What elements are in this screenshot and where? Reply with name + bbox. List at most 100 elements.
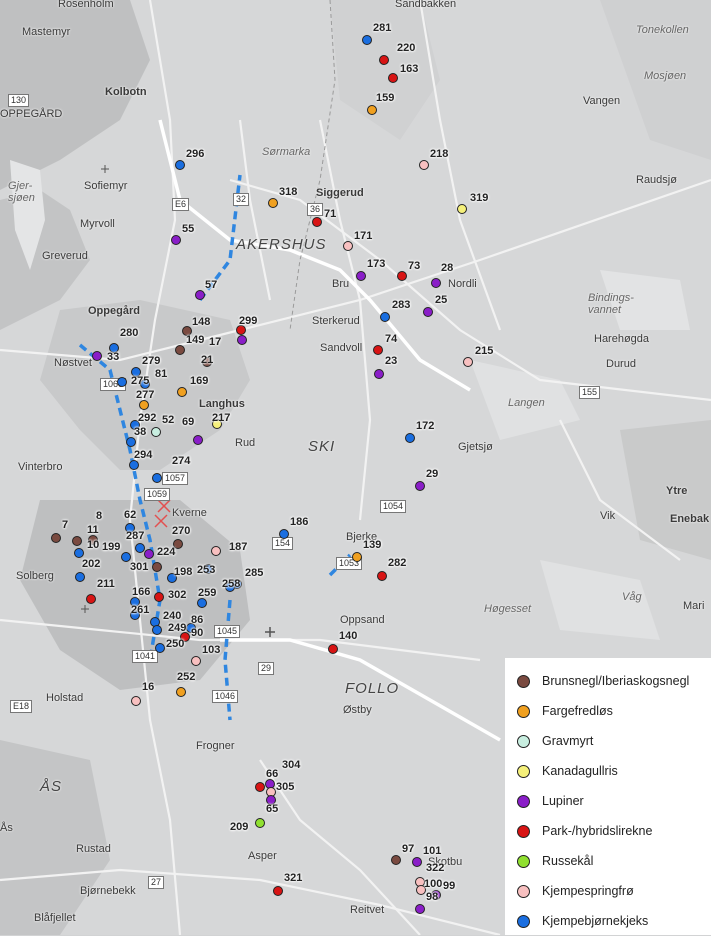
legend-label: Kanadagullris [542,764,618,778]
observation-marker[interactable] [193,435,203,445]
observation-marker[interactable] [356,271,366,281]
observation-number: 25 [435,294,448,306]
observation-number: 7 [62,519,69,531]
observation-marker[interactable] [379,55,389,65]
observation-number: 280 [120,327,139,339]
observation-marker[interactable] [139,400,149,410]
observation-marker[interactable] [176,687,186,697]
observation-marker[interactable] [374,369,384,379]
observation-number: 81 [155,368,168,380]
observation-number: 73 [408,260,421,272]
observation-marker[interactable] [86,594,96,604]
observation-marker[interactable] [144,549,154,559]
place-label-mosjoen: Mosjøen [644,70,687,82]
observation-marker[interactable] [431,278,441,288]
place-label-siggerud: Siggerud [316,187,364,199]
observation-number: 33 [107,351,120,363]
observation-marker[interactable] [279,529,289,539]
legend-item: Russekål [517,846,711,876]
observation-number: 148 [192,316,211,328]
observation-number: 294 [134,449,153,461]
observation-marker[interactable] [131,696,141,706]
road-shield-1046: 1046 [212,690,239,703]
legend-swatch [517,734,530,748]
observation-number: 199 [102,541,121,553]
observation-marker[interactable] [151,427,161,437]
place-label-greverud: Greverud [42,250,88,262]
observation-number: 259 [198,587,217,599]
observation-marker[interactable] [177,387,187,397]
road-shield-27: 27 [148,876,165,889]
observation-number: 304 [282,759,301,771]
observation-marker[interactable] [237,335,247,345]
observation-marker[interactable] [195,290,205,300]
observation-marker[interactable] [397,271,407,281]
observation-marker[interactable] [377,571,387,581]
observation-marker[interactable] [75,572,85,582]
observation-marker[interactable] [388,73,398,83]
observation-number: 71 [324,208,337,220]
observation-marker[interactable] [155,643,165,653]
observation-marker[interactable] [380,312,390,322]
observation-marker[interactable] [423,307,433,317]
observation-marker[interactable] [343,241,353,251]
observation-number: 159 [376,92,395,104]
legend-item: Kjempebjørnekjeks [517,906,711,936]
legend-swatch [517,794,530,808]
observation-number: 74 [385,333,398,345]
observation-marker[interactable] [152,562,162,572]
observation-marker[interactable] [197,598,207,608]
place-label-follo: FOLLO [345,680,400,697]
observation-marker[interactable] [457,204,467,214]
place-label-mari: Mari [683,600,705,612]
observation-marker[interactable] [175,160,185,170]
observation-marker[interactable] [154,592,164,602]
place-label-vinterbro: Vinterbro [18,461,63,473]
legend-label: Fargefredløs [542,704,613,718]
observation-number: 11 [87,524,99,536]
observation-number: 305 [276,781,295,793]
observation-marker[interactable] [72,536,82,546]
place-label-sofiemyr: Sofiemyr [84,180,128,192]
observation-marker[interactable] [211,546,221,556]
observation-marker[interactable] [152,625,162,635]
observation-number: 250 [166,638,185,650]
observation-marker[interactable] [415,904,425,914]
place-label-asper: Asper [248,850,277,862]
observation-marker[interactable] [51,533,61,543]
observation-marker[interactable] [463,357,473,367]
observation-number: 173 [367,258,386,270]
observation-number: 292 [138,412,157,424]
road-shield-130: 130 [8,94,30,107]
observation-marker[interactable] [268,198,278,208]
observation-number: 99 [443,880,456,892]
observation-marker[interactable] [273,886,283,896]
observation-marker[interactable] [415,481,425,491]
observation-marker[interactable] [255,782,265,792]
observation-marker[interactable] [117,377,127,387]
observation-marker[interactable] [92,351,102,361]
observation-marker[interactable] [312,217,322,227]
observation-number: 101 [423,845,442,857]
observation-marker[interactable] [171,235,181,245]
observation-marker[interactable] [405,433,415,443]
legend-label: Kjempebjørnekjeks [542,914,649,928]
observation-marker[interactable] [191,656,201,666]
observation-number: 65 [266,803,279,815]
observation-marker[interactable] [175,345,185,355]
observation-marker[interactable] [362,35,372,45]
observation-marker[interactable] [391,855,401,865]
observation-marker[interactable] [129,460,139,470]
observation-marker[interactable] [367,105,377,115]
observation-marker[interactable] [373,345,383,355]
observation-marker[interactable] [126,437,136,447]
observation-marker[interactable] [255,818,265,828]
observation-marker[interactable] [328,644,338,654]
observation-number: 149 [186,334,205,346]
observation-number: 23 [385,355,398,367]
observation-marker[interactable] [352,552,362,562]
observation-marker[interactable] [419,160,429,170]
observation-marker[interactable] [412,857,422,867]
observation-marker[interactable] [152,473,162,483]
observation-marker[interactable] [74,548,84,558]
